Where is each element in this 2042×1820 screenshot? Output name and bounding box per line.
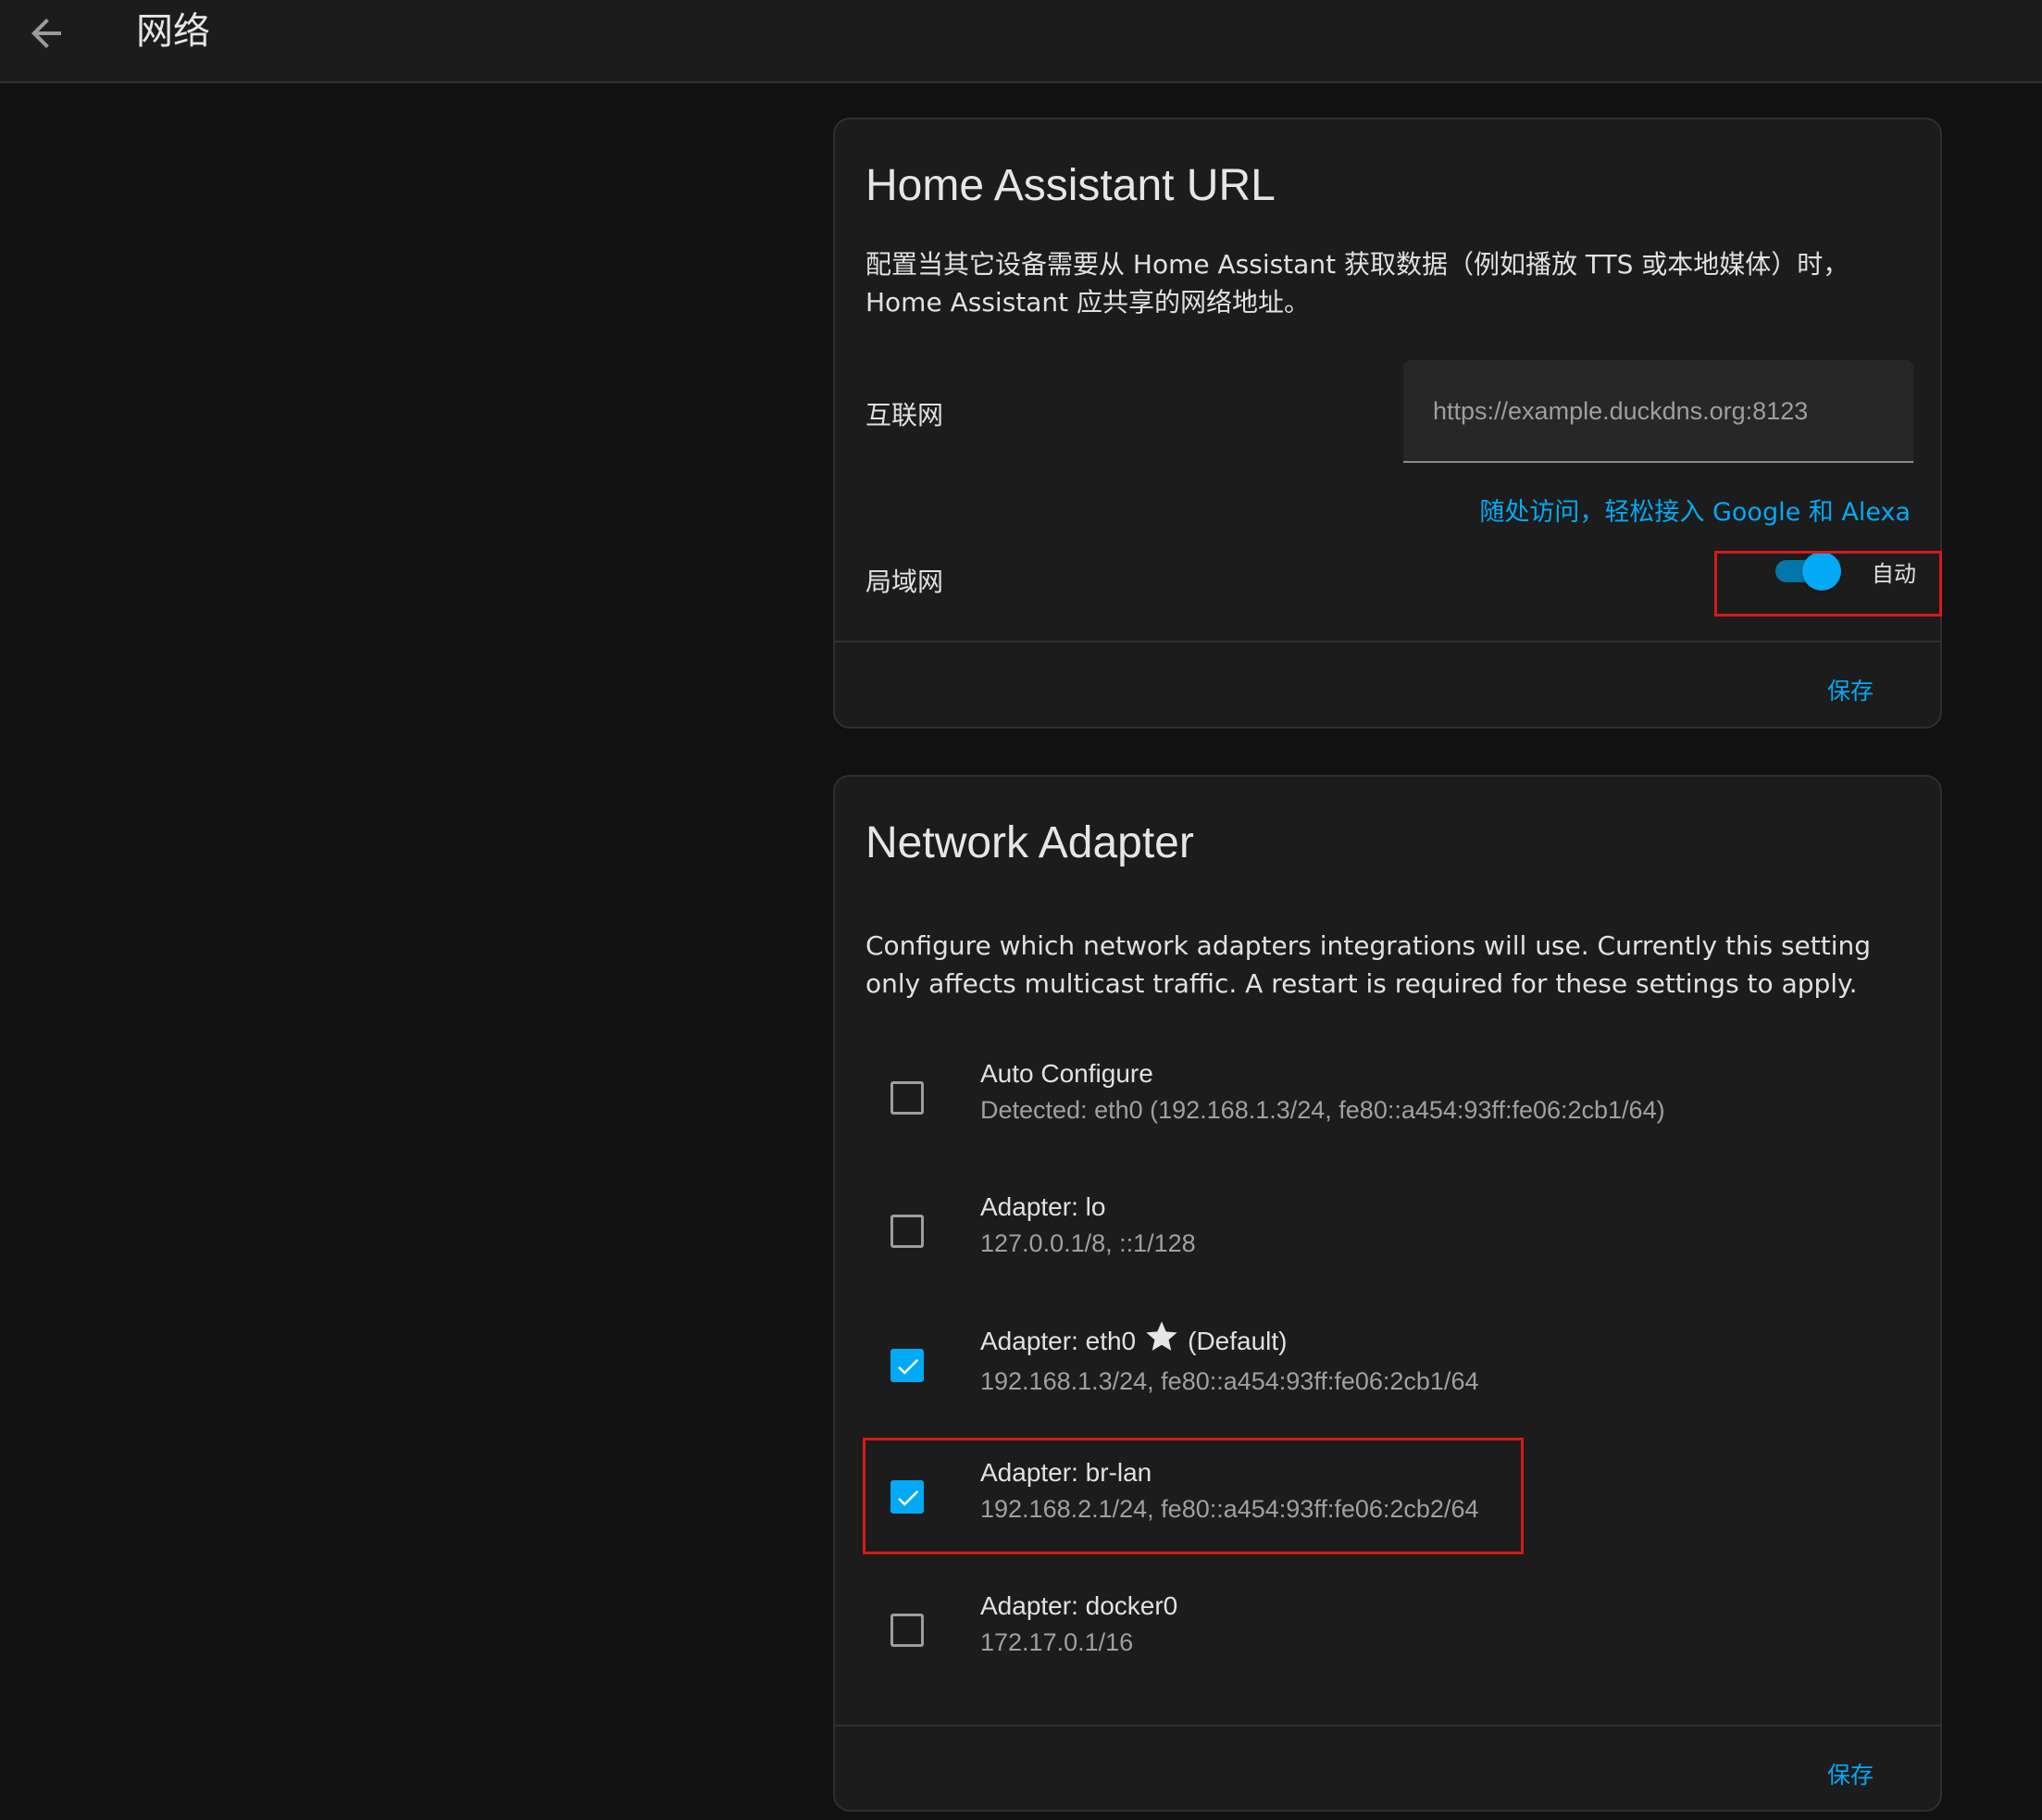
adapter-detail: 192.168.1.3/24, fe80::a454:93ff:fe06:2cb… <box>980 1367 1479 1395</box>
lan-auto-toggle[interactable]: 自动 <box>1775 550 1916 592</box>
toggle-knob[interactable] <box>1802 552 1841 591</box>
checkbox[interactable] <box>890 1215 924 1248</box>
top-bar: 网络 <box>0 0 2042 83</box>
checkbox[interactable] <box>890 1614 924 1647</box>
toggle-label: 自动 <box>1872 561 1916 587</box>
internet-label: 互联网 <box>865 400 944 430</box>
adapter-row-lo[interactable]: Adapter: lo 127.0.0.1/8, ::1/128 <box>890 1192 1724 1276</box>
save-button[interactable]: 保存 <box>1824 1751 1877 1796</box>
adapter-row-docker0[interactable]: Adapter: docker0 172.17.0.1/16 <box>890 1591 1724 1675</box>
adapter-name: Adapter: eth0 <box>980 1326 1137 1355</box>
card-title: Home Assistant URL <box>865 161 1276 210</box>
card-divider <box>835 641 1940 642</box>
page-title: 网络 <box>136 10 210 53</box>
adapter-name: Adapter: br-lan <box>980 1458 1152 1487</box>
check-icon <box>898 1490 919 1506</box>
adapter-row-eth0[interactable]: Adapter: eth0 (Default) 192.168.1.3/24, f… <box>890 1321 1724 1407</box>
star-icon <box>1143 1318 1180 1362</box>
adapter-name: Adapter: docker0 <box>980 1591 1178 1620</box>
remote-access-promo-link[interactable]: 随处访问，轻松接入 Google 和 Alexa <box>1479 492 1911 528</box>
card-divider <box>835 1725 1940 1727</box>
adapter-detail: 192.168.2.1/24, fe80::a454:93ff:fe06:2cb… <box>980 1495 1479 1523</box>
adapter-detail: 127.0.0.1/8, ::1/128 <box>980 1229 1196 1257</box>
adapter-name: Auto Configure <box>980 1059 1153 1088</box>
save-button[interactable]: 保存 <box>1824 667 1877 712</box>
lan-label: 局域网 <box>865 567 944 597</box>
arrow-left-icon[interactable] <box>24 11 68 56</box>
adapter-detail: Detected: eth0 (192.168.1.3/24, fe80::a4… <box>980 1096 1665 1124</box>
check-icon <box>898 1359 919 1375</box>
checkbox-checked[interactable] <box>890 1480 924 1514</box>
adapter-name: Adapter: lo <box>980 1192 1106 1221</box>
adapter-row-auto-configure[interactable]: Auto Configure Detected: eth0 (192.168.1… <box>890 1059 1724 1142</box>
checkbox[interactable] <box>890 1081 924 1115</box>
home-assistant-url-card: Home Assistant URL 配置当其它设备需要从 Home Assis… <box>833 118 1942 729</box>
internet-url-field[interactable] <box>1403 360 1913 463</box>
checkbox-checked[interactable] <box>890 1349 924 1382</box>
network-adapter-card: Network Adapter Configure which network … <box>833 775 1942 1812</box>
internet-url-input[interactable] <box>1431 360 1898 463</box>
adapter-name-line: Adapter: eth0 (Default) <box>980 1321 1288 1362</box>
adapter-detail: 172.17.0.1/16 <box>980 1628 1134 1656</box>
adapter-row-br-lan[interactable]: Adapter: br-lan 192.168.2.1/24, fe80::a4… <box>890 1458 1724 1541</box>
card-description: Configure which network adapters integra… <box>865 930 1872 999</box>
card-description: 配置当其它设备需要从 Home Assistant 获取数据（例如播放 TTS … <box>865 249 1849 318</box>
card-title: Network Adapter <box>865 818 1194 867</box>
default-badge: (Default) <box>1188 1326 1288 1355</box>
